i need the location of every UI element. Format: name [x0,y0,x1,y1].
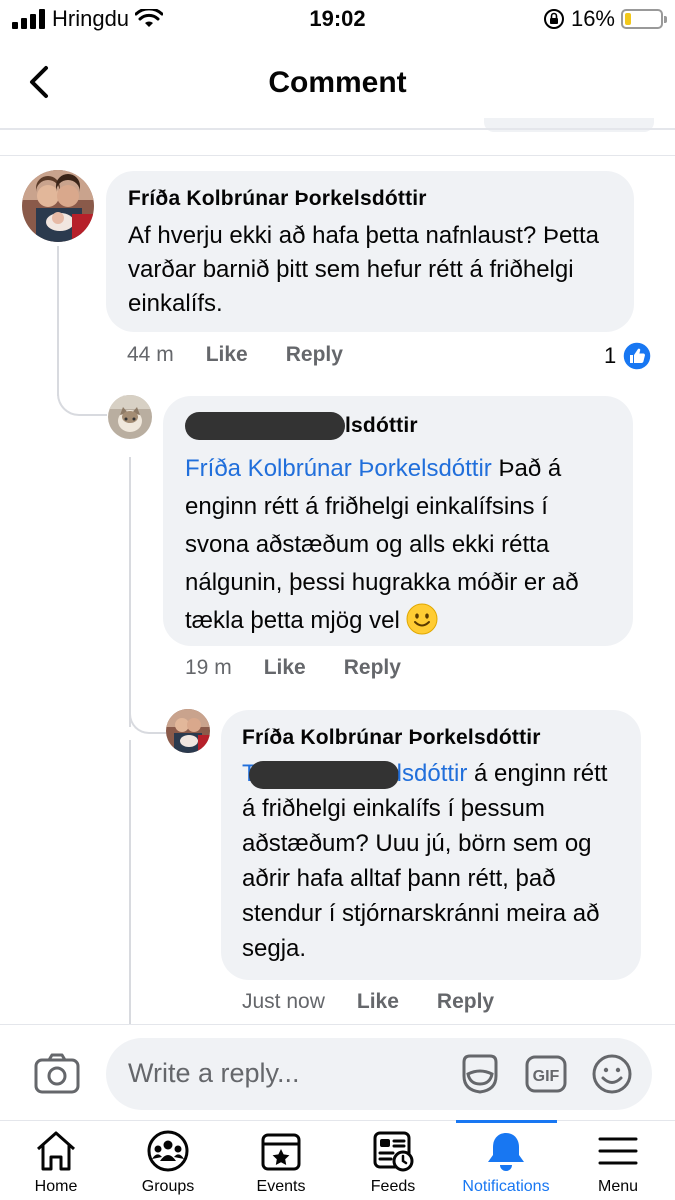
comment-text: rétt á friðhelgi einkalífs í þessum aðst… [242,760,608,962]
nav-groups[interactable]: Groups [112,1121,224,1200]
comment-author[interactable]: lsdóttir [185,412,611,440]
status-bar: Hringdu 19:02 16% [0,0,675,40]
feeds-icon [373,1131,414,1172]
like-reaction-icon [622,341,652,371]
comment-time: 44 m [127,343,174,366]
events-icon [261,1133,301,1171]
groups-icon [147,1130,189,1172]
redacted-name [248,760,399,789]
emoji-icon[interactable] [590,1052,634,1096]
like-button[interactable]: Like [357,990,399,1014]
comments-divider [0,155,675,156]
orientation-lock-icon [543,9,564,29]
header: Comment [0,40,675,128]
nav-label: Groups [141,1178,195,1195]
mention-suffix: lsdóttir [396,760,468,787]
reply-bar-divider [0,1024,675,1025]
nav-label: Events [256,1178,306,1195]
comment-bubble[interactable]: lsdóttir Fríða Kolbrúnar Þorkelsdóttir Þ… [163,396,633,646]
comment-author[interactable]: Fríða Kolbrúnar Þorkelsdóttir [242,726,620,750]
nav-events[interactable]: Events [225,1121,337,1200]
page-title: Comment [268,66,407,99]
thread-line [57,246,59,396]
comment-meta: 19 m Like Reply [185,656,439,680]
comment-text: Af hverju ekki að hafa þetta nafnlaust? … [128,222,599,317]
sticker-icon[interactable] [458,1052,502,1096]
mention-link[interactable]: Fríða Kolbrúnar Þorkelsdóttir [185,455,492,482]
camera-icon[interactable] [34,1052,80,1094]
avatar[interactable] [108,395,152,439]
like-button[interactable]: Like [264,656,306,680]
gif-icon[interactable]: GIF [524,1052,568,1096]
nav-label: Feeds [370,1178,416,1195]
comment-text-line1: á enginn [467,760,567,787]
nav-label: Notifications [462,1178,550,1195]
nav-notifications[interactable]: Notifications [450,1121,562,1200]
bottom-nav: Home Groups Events Feeds Notifications M… [0,1120,675,1200]
comment-time: Just now [242,990,325,1013]
reply-placeholder: Write a reply... [128,1058,300,1088]
svg-text:GIF: GIF [533,1068,560,1085]
like-button[interactable]: Like [206,343,248,367]
thread-line-curve [57,376,107,416]
comment-time: 19 m [185,656,232,679]
active-tab-indicator [456,1120,557,1123]
header-divider [0,128,675,130]
avatar[interactable] [22,170,94,242]
comment-bubble[interactable]: Fríða Kolbrúnar Þorkelsdóttir Tlsdóttir … [221,710,641,980]
avatar[interactable] [166,709,210,753]
bell-icon [488,1133,524,1171]
nav-label: Menu [597,1178,639,1195]
menu-icon [598,1137,638,1165]
reply-button[interactable]: Reply [437,990,494,1014]
comment-meta: 44 m Like Reply [127,343,381,367]
home-icon [37,1131,75,1171]
mention-link[interactable]: Tlsdóttir [242,760,468,789]
reply-button[interactable]: Reply [344,656,401,680]
comment-bubble[interactable]: Fríða Kolbrúnar Þorkelsdóttir Af hverju … [106,171,634,332]
nav-home[interactable]: Home [0,1121,112,1200]
nav-label: Home [34,1178,78,1195]
redacted-name [185,412,345,440]
reply-input[interactable]: Write a reply... GIF [106,1038,652,1110]
reply-button[interactable]: Reply [286,343,343,367]
battery-percent: 16% [570,6,615,31]
author-name-suffix: lsdóttir [345,414,418,437]
comment-author[interactable]: Fríða Kolbrúnar Þorkelsdóttir [128,187,612,211]
nav-menu[interactable]: Menu [562,1121,674,1200]
thread-line [129,740,131,1024]
reaction-summary[interactable]: 1 [604,341,652,371]
smiley-emoji-icon [406,603,438,635]
battery-icon [621,9,667,29]
nav-feeds[interactable]: Feeds [337,1121,449,1200]
thread-line-curve [129,700,167,734]
comment-meta: Just now Like Reply [242,990,532,1014]
reaction-count: 1 [604,343,617,368]
thread-line [129,457,131,727]
